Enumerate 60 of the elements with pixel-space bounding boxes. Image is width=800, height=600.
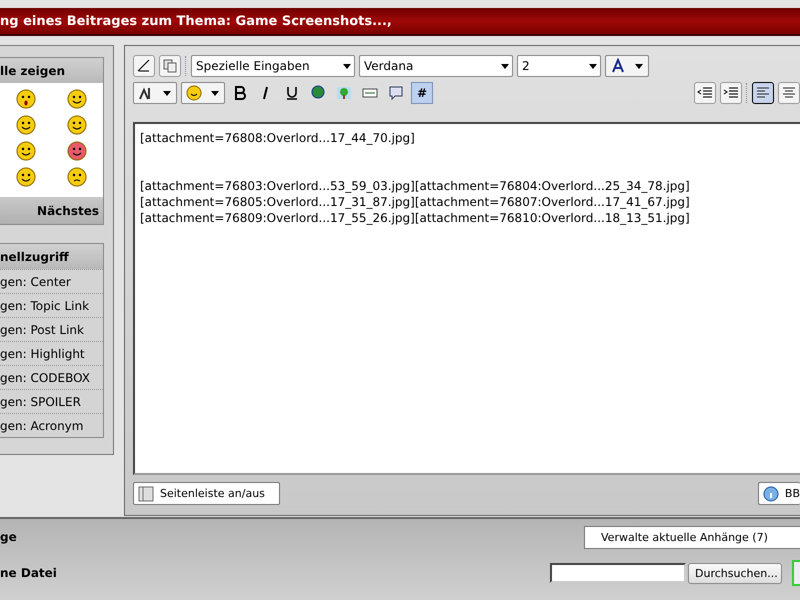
sidebar-toggle-button[interactable]: Seitenleiste an/aus <box>133 482 280 505</box>
globe-icon <box>310 85 326 101</box>
text-line: [attachment=76809:Overlord...17_55_26.jpg][attachment=76810:Overlord...18_13_51.jpg] <box>140 210 691 226</box>
indent-button[interactable] <box>720 82 742 104</box>
caret-icon <box>162 88 172 98</box>
outdent-button[interactable] <box>694 82 716 104</box>
caret-icon <box>634 61 644 71</box>
message-textarea[interactable] <box>133 122 800 475</box>
quick-access-item[interactable]: gen: CODEBOX <box>0 365 103 389</box>
help-button[interactable]: BB <box>758 482 800 505</box>
smiley-icon[interactable] <box>67 89 88 109</box>
quick-access-item[interactable]: gen: Center <box>0 269 103 293</box>
file-input-field[interactable] <box>550 563 686 583</box>
align-left-button[interactable] <box>752 82 774 104</box>
smiley-icon[interactable] <box>67 167 88 187</box>
underline-icon <box>284 85 300 101</box>
smiley-icon[interactable] <box>16 141 36 161</box>
clear-format-button[interactable] <box>133 55 155 77</box>
dropdown-select[interactable]: Spezielle Eingaben <box>191 55 355 77</box>
code-button[interactable]: # <box>411 82 433 104</box>
bold-icon <box>232 85 248 101</box>
dropdown-select[interactable]: 2 <box>517 55 601 77</box>
text-line: [attachment=76805:Overlord...17_31_87.jpg][attachment=76807:Overlord...17_41_67.jpg] <box>140 194 691 210</box>
tree-picture-icon <box>336 85 352 101</box>
sidebar-icon <box>138 486 154 502</box>
quick-access-item[interactable]: gen: Acronym <box>0 413 103 437</box>
smiley-icon[interactable] <box>16 115 36 135</box>
section-label: ge <box>0 530 17 544</box>
quick-access-item[interactable]: gen: Highlight <box>0 341 103 365</box>
quick-access-item[interactable]: gen: SPOILER <box>0 389 103 413</box>
font-size-button[interactable] <box>133 82 177 104</box>
smiley-icon <box>186 85 202 101</box>
copy-button[interactable] <box>159 55 181 77</box>
file-label: ne Datei <box>0 566 57 580</box>
title-text: ng eines Beitrages zum Thema: Game Screenshots..., <box>0 14 392 28</box>
text-line: [attachment=76803:Overlord...53_59_03.jpg][attachment=76804:Overlord...25_34_78.jpg] <box>140 178 691 194</box>
caret-icon <box>500 61 510 71</box>
browse-button[interactable]: Durchsuchen... <box>688 562 782 584</box>
box-header: nellzugriff <box>0 244 103 269</box>
letter-a-icon <box>610 58 626 74</box>
speech-bubble-icon <box>388 85 404 101</box>
quick-access-item[interactable]: gen: Post Link <box>0 317 103 341</box>
dropdown-select[interactable]: Verdana <box>359 55 513 77</box>
caret-icon <box>342 61 352 71</box>
info-icon <box>762 486 779 502</box>
emoticon-button[interactable] <box>181 82 225 104</box>
quick-access-item[interactable]: gen: Topic Link <box>0 293 103 317</box>
manage-attachments-button[interactable]: Verwalte aktuelle Anhänge (7) <box>584 526 800 548</box>
next-link[interactable]: Nächstes <box>0 197 103 224</box>
smiley-icon[interactable] <box>16 89 36 109</box>
caret-icon <box>210 88 220 98</box>
smiley-icon[interactable] <box>16 167 36 187</box>
smiley-icon[interactable] <box>67 141 88 161</box>
align-center-button[interactable] <box>778 82 800 104</box>
copy-icon <box>162 58 178 74</box>
text-line: [attachment=76808:Overlord...17_44_70.jpg] <box>140 130 416 146</box>
box-header: lle zeigen <box>0 58 103 83</box>
font-color-button[interactable] <box>605 55 649 77</box>
smiley-icon[interactable] <box>67 115 88 135</box>
caret-icon <box>588 61 598 71</box>
